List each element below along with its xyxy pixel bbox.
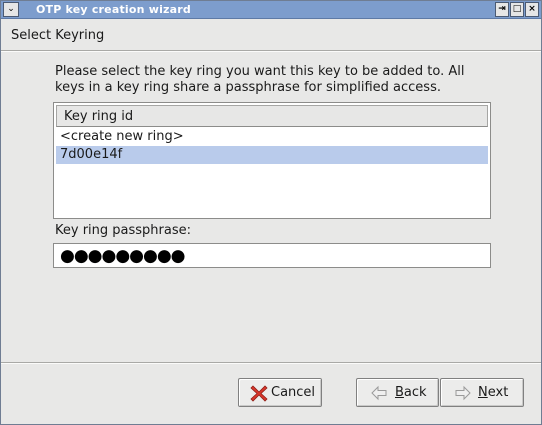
next-label: Next xyxy=(478,385,509,400)
header-divider xyxy=(1,50,541,52)
title-bar[interactable]: ⌄ OTP key creation wizard ⇥ □ × xyxy=(1,1,541,19)
cancel-x-icon xyxy=(249,384,269,402)
window-menu-button[interactable]: ⌄ xyxy=(3,2,19,17)
shade-button[interactable]: ⇥ xyxy=(495,2,509,17)
keyring-list[interactable]: Key ring id <create new ring> 7d00e14f xyxy=(53,102,491,219)
next-button[interactable]: Next xyxy=(440,378,524,407)
back-button[interactable]: Back xyxy=(356,378,439,407)
list-item-selected[interactable]: 7d00e14f xyxy=(56,146,488,164)
chevron-down-icon: ⌄ xyxy=(7,4,15,14)
column-header-label: Key ring id xyxy=(64,109,134,124)
cancel-button[interactable]: Cancel xyxy=(238,378,322,407)
wizard-window: ⌄ OTP key creation wizard ⇥ □ × Select K… xyxy=(0,0,542,425)
list-item[interactable]: <create new ring> xyxy=(56,128,488,146)
passphrase-label: Key ring passphrase: xyxy=(55,223,191,238)
list-item-label: 7d00e14f xyxy=(60,147,123,162)
page-title: Select Keyring xyxy=(11,28,105,43)
page-header: Select Keyring xyxy=(1,19,541,51)
close-button[interactable]: × xyxy=(525,2,539,17)
maximize-icon: □ xyxy=(512,4,522,14)
list-item-label: <create new ring> xyxy=(60,129,184,144)
next-arrow-icon xyxy=(453,384,473,402)
window-title: OTP key creation wizard xyxy=(36,3,191,16)
back-arrow-icon xyxy=(369,384,389,402)
passphrase-field[interactable]: ●●●●●●●●● xyxy=(53,243,491,268)
footer-divider xyxy=(1,362,541,364)
cancel-label: Cancel xyxy=(271,385,316,400)
back-label: Back xyxy=(395,385,427,400)
maximize-button[interactable]: □ xyxy=(510,2,524,17)
close-icon: × xyxy=(528,4,536,14)
passphrase-masked-value: ●●●●●●●●● xyxy=(60,246,186,266)
instruction-text: Please select the key ring you want this… xyxy=(55,64,465,95)
shade-icon: ⇥ xyxy=(498,4,506,14)
column-header-key-ring-id[interactable]: Key ring id xyxy=(56,105,488,127)
